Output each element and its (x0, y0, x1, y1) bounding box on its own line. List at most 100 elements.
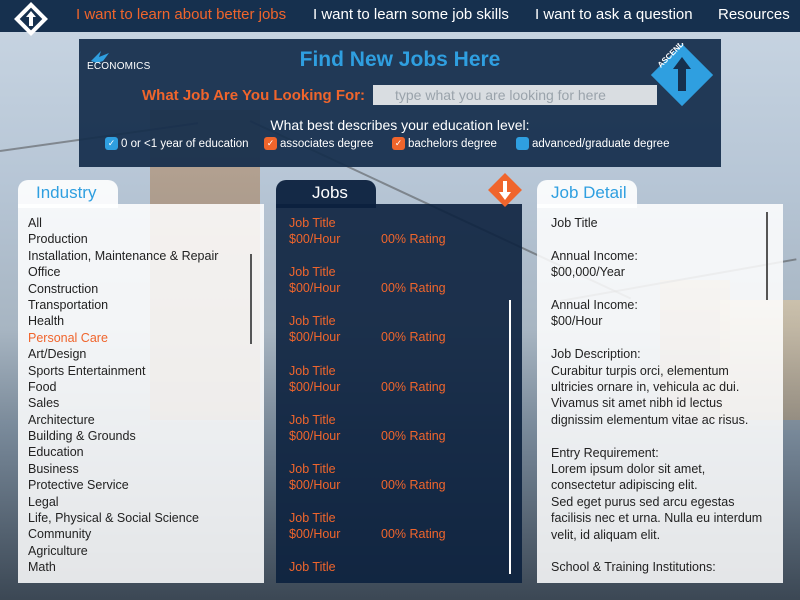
job-rating: 00% Rating (381, 527, 446, 542)
detail-job-title: Job Title (551, 216, 598, 230)
job-pay: $00/Hour (289, 232, 341, 246)
job-title: Job Title (289, 461, 336, 476)
check-icon[interactable]: ✓ (264, 137, 277, 150)
job-rating: 00% Rating (381, 428, 446, 443)
job-pay: $00/Hour (289, 477, 341, 492)
job-title: Job Title (289, 265, 336, 280)
job-pay: $00/Hour (289, 281, 341, 296)
jobs-panel: Job Title $00/Hour 00% Rating Job Title $… (276, 204, 522, 583)
job-detail-content: Job Title Annual Income: $00,000/Year Ann… (551, 215, 763, 592)
job-item[interactable]: Job Title $00/Hour 00% Rating (289, 510, 446, 559)
nav-better-jobs[interactable]: I want to learn about better jobs (76, 6, 286, 23)
search-panel: ECONOMICS Find New Jobs Here ASCEND NYC … (79, 39, 721, 167)
job-item[interactable]: Job Title $00/Hour 00% Rating (289, 313, 446, 362)
checkbox-icon[interactable] (516, 137, 529, 150)
top-nav: I want to learn about better jobs I want… (0, 0, 800, 36)
detail-annual-value: $00,000/Year (551, 265, 625, 280)
detail-entry-label: Entry Requirement: (551, 445, 659, 460)
industry-item[interactable]: Art/Design (28, 346, 218, 362)
job-item[interactable]: Job Title $00/Hour 00% Rating (289, 412, 446, 461)
industry-item-selected[interactable]: Personal Care (28, 330, 218, 346)
check-icon[interactable]: ✓ (392, 137, 405, 150)
job-title: Job Title (289, 412, 336, 427)
down-arrow-diamond-icon[interactable] (488, 173, 522, 207)
education-option-label: advanced/graduate degree (532, 137, 670, 150)
education-option-label: 0 or <1 year of education (121, 137, 249, 150)
education-option-label: associates degree (280, 137, 374, 150)
industry-item[interactable]: Health (28, 313, 218, 329)
up-arrow-diamond-icon[interactable] (14, 2, 48, 36)
page-title: Find New Jobs Here (299, 48, 501, 71)
search-input[interactable] (373, 85, 657, 105)
detail-annual-label: Annual Income: (551, 248, 638, 263)
industry-item[interactable]: Math (28, 559, 218, 575)
check-icon[interactable]: ✓ (105, 137, 118, 150)
industry-scrollbar[interactable] (250, 254, 252, 344)
industry-list: All Production Installation, Maintenance… (28, 215, 218, 576)
industry-item[interactable]: Transportation (28, 297, 218, 313)
detail-description-label: Job Description: (551, 347, 641, 362)
detail-scrollbar[interactable] (766, 212, 768, 300)
job-item[interactable]: Job Title $00/Hour 00% Rating (289, 461, 446, 510)
industry-item[interactable]: Legal (28, 494, 218, 510)
job-rating: 00% Rating (381, 232, 446, 246)
nav-ask-question[interactable]: I want to ask a question (535, 6, 693, 23)
detail-entry-text: Lorem ipsum dolor sit amet, consectetur … (551, 462, 706, 493)
industry-item[interactable]: Construction (28, 281, 218, 297)
job-title: Job Title (289, 560, 336, 575)
job-rating: 00% Rating (381, 477, 446, 492)
nav-job-skills[interactable]: I want to learn some job skills (313, 6, 509, 23)
jobs-scrollbar[interactable] (509, 300, 511, 574)
job-item[interactable]: Job Title $00/Hour 00% Rating (289, 264, 446, 313)
job-pay: $00/Hour (289, 428, 341, 443)
job-item[interactable]: Job Title $00/Hour 00% Rating (289, 215, 446, 264)
search-label: What Job Are You Looking For: (142, 87, 366, 104)
job-pay: $00/Hour (289, 330, 341, 345)
tab-jobs[interactable]: Jobs (276, 180, 376, 208)
industry-item[interactable]: Agriculture (28, 543, 218, 559)
industry-panel: All Production Installation, Maintenance… (18, 204, 264, 583)
jobs-list: Job Title $00/Hour 00% Rating Job Title $… (289, 215, 446, 600)
job-rating: 00% Rating (381, 281, 446, 296)
industry-item[interactable]: Installation, Maintenance & Repair (28, 248, 218, 264)
job-pay: $00/Hour (289, 527, 341, 542)
industry-item[interactable]: Sales (28, 395, 218, 411)
job-title: Job Title (289, 216, 336, 230)
education-option-none[interactable]: ✓ 0 or <1 year of education (105, 137, 249, 150)
job-item[interactable]: Job Title (289, 559, 446, 600)
ascend-nyc-diamond-icon[interactable]: ASCEND NYC (647, 43, 717, 109)
industry-item[interactable]: Office (28, 264, 218, 280)
detail-description-text: Curabitur turpis orci, elementum ultrici… (551, 363, 749, 427)
industry-item[interactable]: Sports Entertainment (28, 363, 218, 379)
education-option-advanced[interactable]: advanced/graduate degree (516, 137, 669, 150)
job-pay: $00/Hour (289, 379, 341, 394)
detail-hourly-value: $00/Hour (551, 314, 603, 329)
job-title: Job Title (289, 314, 336, 329)
job-detail-panel: Job Title Annual Income: $00,000/Year Ann… (537, 204, 783, 583)
job-title: Job Title (289, 511, 336, 526)
job-title: Job Title (289, 363, 336, 378)
industry-item[interactable]: Building & Grounds (28, 428, 218, 444)
tab-industry[interactable]: Industry (18, 180, 118, 208)
tab-job-detail[interactable]: Job Detail (537, 180, 637, 208)
industry-item[interactable]: Education (28, 444, 218, 460)
education-option-associates[interactable]: ✓ associates degree (264, 137, 373, 150)
education-question: What best describes your education level… (270, 117, 530, 133)
detail-hourly-label: Annual Income: (551, 298, 638, 312)
industry-item[interactable]: Architecture (28, 412, 218, 428)
detail-entry-text: Sed eget purus sed arcu egestas facilisi… (551, 494, 763, 542)
industry-item[interactable]: All (28, 215, 218, 231)
detail-schools-label: School & Training Institutions: (551, 560, 716, 575)
education-option-label: bachelors degree (408, 137, 497, 150)
job-rating: 00% Rating (381, 330, 446, 345)
industry-item[interactable]: Production (28, 231, 218, 247)
industry-item[interactable]: Business (28, 461, 218, 477)
industry-item[interactable]: Life, Physical & Social Science (28, 510, 218, 526)
job-item[interactable]: Job Title $00/Hour 00% Rating (289, 363, 446, 412)
nav-resources[interactable]: Resources (718, 6, 790, 23)
education-option-bachelors[interactable]: ✓ bachelors degree (392, 137, 497, 150)
industry-item[interactable]: Protective Service (28, 477, 218, 493)
industry-item[interactable]: Food (28, 379, 218, 395)
job-rating: 00% Rating (381, 379, 446, 394)
industry-item[interactable]: Community (28, 526, 218, 542)
